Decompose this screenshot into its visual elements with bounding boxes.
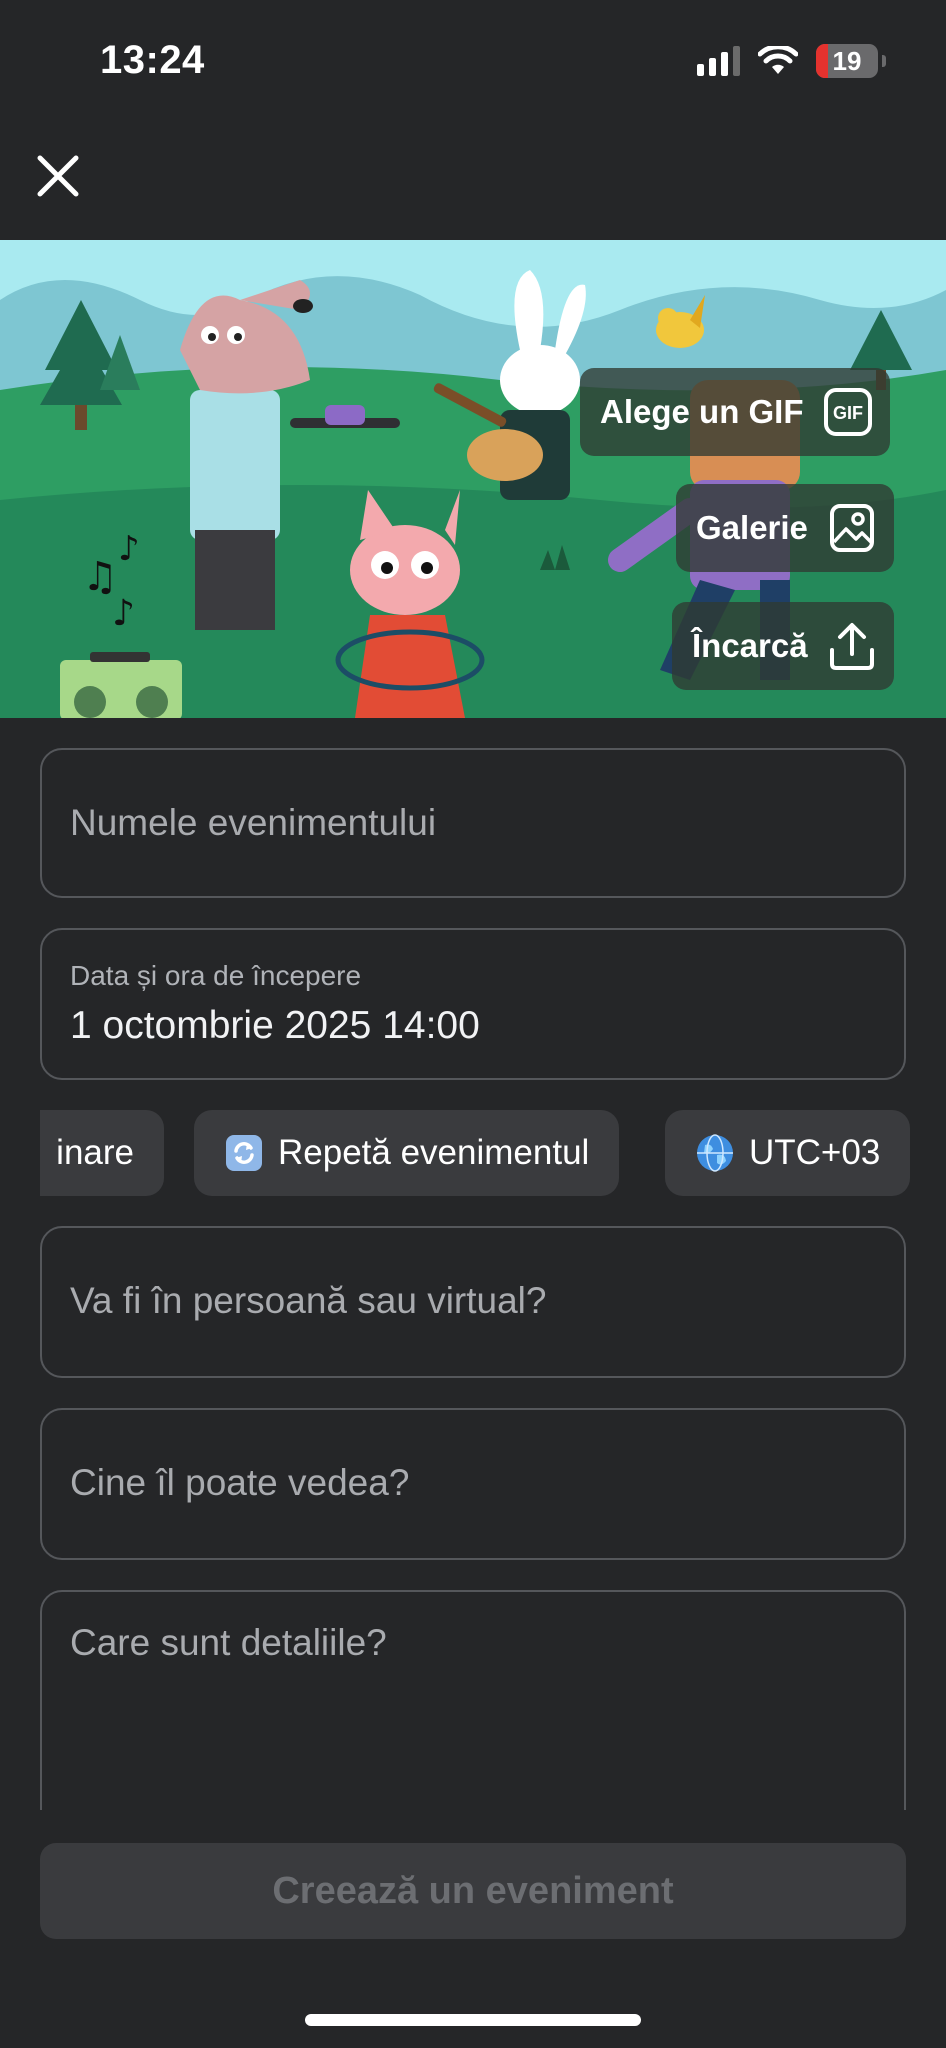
event-cover-banner: ♫ ♪ ♪ Alege un GIF GIF Galerie Încarcă — [0, 240, 946, 718]
event-name-field[interactable]: Numele evenimentului — [40, 748, 906, 898]
battery-level: 19 — [832, 45, 862, 76]
visibility-placeholder: Cine îl poate vedea? — [70, 1462, 410, 1503]
close-button[interactable] — [32, 150, 84, 202]
visibility-field[interactable]: Cine îl poate vedea? — [40, 1408, 906, 1560]
gif-icon: GIF — [822, 386, 874, 438]
repeat-event-label: Repetă evenimentul — [278, 1133, 590, 1172]
start-datetime-label: Data și ora de începere — [70, 960, 362, 991]
upload-button[interactable]: Încarcă — [672, 602, 894, 690]
choose-gif-label: Alege un GIF — [600, 393, 804, 430]
gallery-icon — [826, 502, 878, 554]
close-icon — [37, 155, 79, 197]
location-placeholder: Va fi în persoană sau virtual? — [70, 1280, 547, 1321]
start-datetime-field[interactable]: Data și ora de începere 1 octombrie 2025… — [40, 928, 906, 1080]
choose-gif-button[interactable]: Alege un GIF GIF — [580, 368, 890, 456]
battery-icon: 19 — [816, 44, 878, 78]
event-name-placeholder: Numele evenimentului — [70, 802, 437, 843]
home-indicator — [305, 2014, 641, 2026]
status-bar: 13:24 19 — [0, 0, 946, 120]
start-datetime-value: 1 octombrie 2025 14:00 — [70, 1004, 480, 1047]
details-placeholder: Care sunt detaliile? — [70, 1622, 387, 1663]
end-time-chip-label: inare — [56, 1133, 134, 1172]
upload-icon — [826, 620, 878, 672]
create-event-screen: 13:24 19 ♫ ♪ ♪ Alege un GIF GIF Galerie … — [0, 0, 946, 2048]
globe-icon — [695, 1133, 735, 1173]
repeat-event-chip[interactable]: Repetă evenimentul — [194, 1110, 620, 1196]
status-time: 13:24 — [100, 38, 205, 82]
create-event-label: Creează un eveniment — [272, 1869, 674, 1912]
svg-text:♪: ♪ — [112, 593, 135, 634]
wifi-icon — [758, 46, 798, 74]
svg-text:GIF: GIF — [833, 403, 863, 423]
event-options-chips: inare Repetă evenimentul UTC+03 — [40, 1110, 946, 1198]
create-event-button[interactable]: Creează un eveniment — [40, 1843, 906, 1939]
signal-icon — [697, 46, 740, 76]
upload-label: Încarcă — [692, 627, 808, 664]
svg-text:♪: ♪ — [118, 529, 140, 569]
location-field[interactable]: Va fi în persoană sau virtual? — [40, 1226, 906, 1378]
battery-tip — [882, 55, 886, 67]
gallery-label: Galerie — [696, 509, 808, 546]
timezone-label: UTC+03 — [749, 1133, 881, 1172]
end-time-chip[interactable]: inare — [40, 1110, 164, 1196]
timezone-chip[interactable]: UTC+03 — [665, 1110, 911, 1196]
repeat-icon — [224, 1133, 264, 1173]
gallery-button[interactable]: Galerie — [676, 484, 894, 572]
status-icons: 19 — [697, 44, 886, 78]
